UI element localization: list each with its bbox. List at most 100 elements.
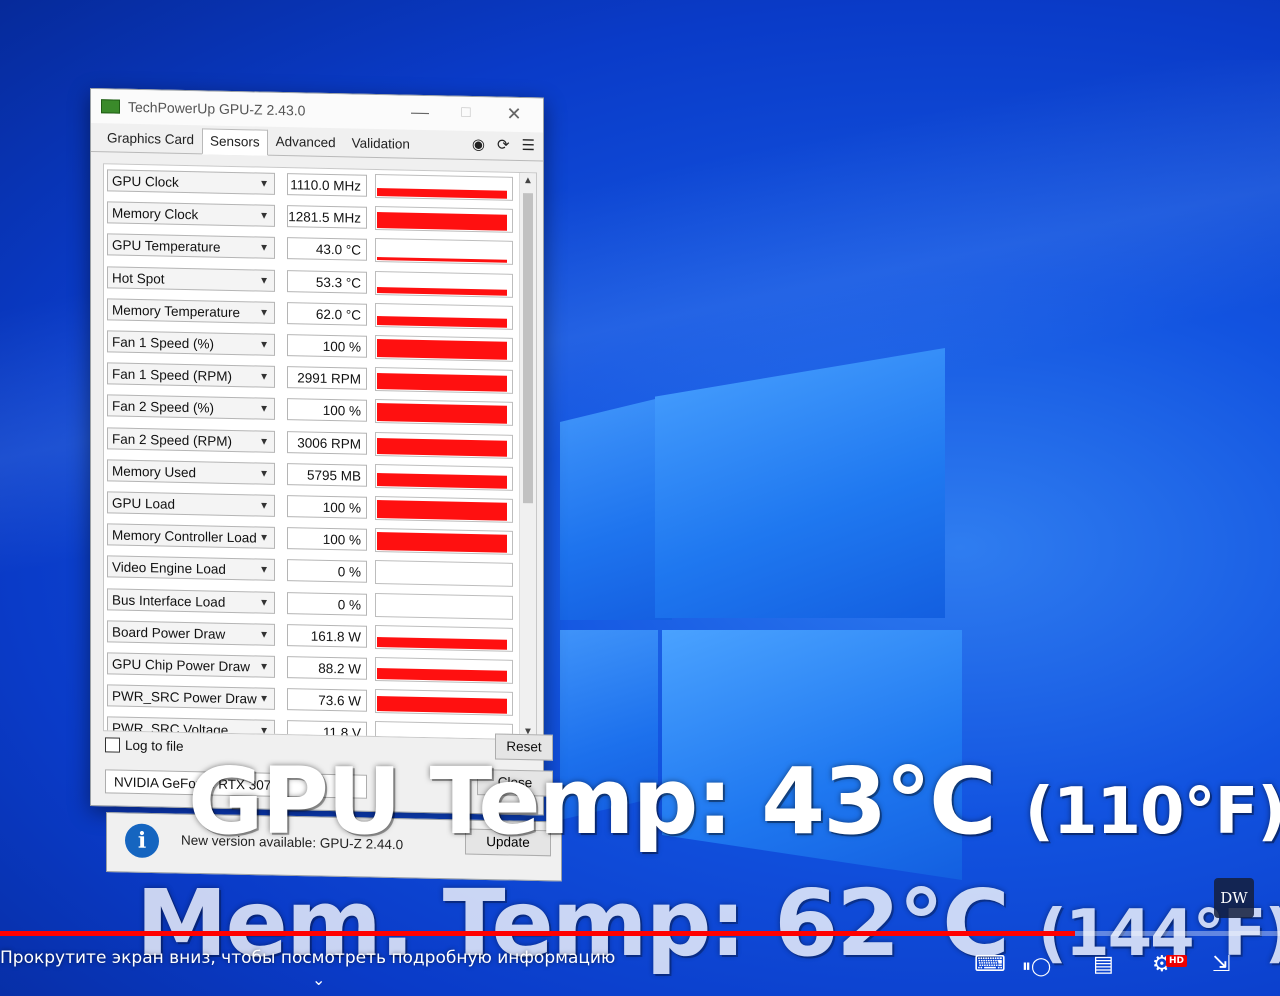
close-window-button[interactable]: ✕ (491, 97, 537, 132)
sensor-scrollbar[interactable]: ▲ ▼ (519, 172, 536, 740)
keyboard-icon[interactable]: ⌨ (974, 952, 1006, 977)
sensor-name-dropdown[interactable]: GPU Chip Power Draw ▼ (107, 652, 275, 678)
sensor-name: Fan 1 Speed (%) (112, 334, 215, 352)
sensor-name-dropdown[interactable]: Bus Interface Load ▼ (107, 587, 275, 614)
sensor-name-dropdown[interactable]: PWR_SRC Power Draw ▼ (107, 684, 275, 710)
sensor-graph-fill (377, 499, 507, 521)
chevron-down-icon[interactable]: ▼ (259, 367, 269, 388)
chevron-down-icon[interactable]: ▼ (259, 689, 269, 710)
chevron-down-icon[interactable]: ▼ (259, 624, 269, 645)
subtitles-icon[interactable]: ▤ (1093, 952, 1114, 977)
autoplay-toggle-icon[interactable]: ⏸◯ (1022, 956, 1051, 977)
chevron-down-icon[interactable]: ▼ (259, 528, 269, 549)
sensor-graph (375, 560, 513, 588)
sensor-value: 0 % (287, 591, 367, 616)
sensor-graph (375, 689, 513, 716)
sensor-name: PWR_SRC Power Draw (112, 688, 257, 707)
chevron-down-icon[interactable]: ▼ (259, 463, 269, 484)
sensor-list: GPU Clock ▼ 1110.0 MHz Memory Clock ▼ 1281.5 … (103, 163, 537, 741)
sensor-value: 161.8 W (287, 623, 367, 648)
camera-icon[interactable]: ◉ (472, 135, 485, 153)
tab-graphics-card[interactable]: Graphics Card (99, 125, 202, 153)
sensor-name-dropdown[interactable]: Video Engine Load ▼ (107, 555, 275, 582)
log-to-file-label: Log to file (125, 737, 184, 754)
sensor-name-dropdown[interactable]: Hot Spot ▼ (107, 266, 275, 292)
chevron-down-icon[interactable]: ▼ (259, 721, 269, 741)
sensor-graph (375, 174, 513, 201)
chevron-down-icon[interactable]: ▼ (259, 656, 269, 677)
minimize-button[interactable]: — (397, 95, 443, 130)
sensor-name: Fan 1 Speed (RPM) (112, 366, 233, 385)
sensor-graph (375, 528, 513, 556)
chevron-down-icon[interactable]: ▼ (259, 206, 269, 227)
chevron-down-icon[interactable]: ▼ (259, 238, 269, 259)
sensor-graph (375, 399, 513, 427)
chevron-down-icon[interactable]: ▼ (259, 270, 269, 291)
sensor-name: Hot Spot (112, 270, 165, 287)
chevron-down-icon[interactable]: ▼ (259, 431, 269, 452)
chevron-down-icon[interactable]: ⌄ (312, 970, 325, 989)
sensor-name-dropdown[interactable]: Board Power Draw ▼ (107, 620, 275, 646)
refresh-icon[interactable]: ⟳ (497, 136, 510, 154)
sensor-name-dropdown[interactable]: GPU Clock ▼ (107, 169, 275, 195)
log-to-file-checkbox[interactable] (105, 737, 120, 753)
sensor-graph-fill (377, 339, 507, 360)
sensor-name: Memory Temperature (112, 302, 241, 320)
sensor-graph-fill (377, 257, 507, 264)
sensor-name-dropdown[interactable]: Fan 1 Speed (RPM) ▼ (107, 362, 275, 389)
gpu-temp-fahrenheit: (110°F) (1024, 775, 1280, 849)
sensor-name-dropdown[interactable]: GPU Temperature ▼ (107, 233, 275, 260)
gpuz-app-icon (101, 99, 120, 114)
sensor-name-dropdown[interactable]: GPU Load ▼ (107, 491, 275, 517)
gpu-temp-main: GPU Temp: 43°C (188, 748, 997, 855)
sensor-graph (375, 431, 513, 459)
gpu-temp-caption: GPU Temp: 43°C (110°F) (188, 748, 1280, 855)
sensor-name-dropdown[interactable]: Fan 2 Speed (%) ▼ (107, 394, 275, 421)
hd-badge: HD (1166, 955, 1188, 967)
sensor-name-dropdown[interactable]: Fan 1 Speed (%) ▼ (107, 330, 275, 356)
chevron-down-icon[interactable]: ▼ (259, 174, 269, 195)
maximize-button[interactable]: ☐ (443, 96, 489, 131)
sensor-name: Memory Clock (112, 205, 199, 223)
sensor-value: 11.8 V (287, 720, 367, 741)
scrollbar-thumb[interactable] (523, 193, 533, 504)
tab-advanced[interactable]: Advanced (268, 129, 344, 157)
sensor-name: Board Power Draw (112, 624, 226, 642)
sensor-name: GPU Clock (112, 173, 179, 190)
sensor-value: 0 % (287, 559, 367, 584)
scroll-hint-text: Прокрутите экран вниз, чтобы посмотреть … (0, 948, 616, 968)
chevron-down-icon[interactable]: ▼ (259, 496, 269, 517)
chevron-down-icon[interactable]: ▼ (259, 560, 269, 581)
sensor-name-dropdown[interactable]: Fan 2 Speed (RPM) ▼ (107, 426, 275, 453)
chevron-down-icon[interactable]: ▼ (259, 592, 269, 613)
chevron-down-icon[interactable]: ▼ (259, 335, 269, 356)
sensor-name: Memory Controller Load (112, 527, 257, 546)
sensor-graph (375, 624, 513, 652)
sensor-name: GPU Chip Power Draw (112, 656, 251, 675)
log-to-file-row[interactable]: Log to file (105, 737, 184, 754)
sensor-graph-fill (377, 667, 507, 682)
sensor-graph-fill (377, 315, 507, 328)
sensor-name-dropdown[interactable]: Memory Clock ▼ (107, 201, 275, 228)
sensor-name-dropdown[interactable]: Memory Controller Load ▼ (107, 523, 275, 550)
tab-sensors[interactable]: Sensors (202, 128, 268, 156)
video-progress-bar[interactable] (0, 931, 1280, 936)
gpuz-window: TechPowerUp GPU-Z 2.43.0 — ☐ ✕ Graphics … (90, 88, 553, 816)
sensor-value: 100 % (287, 527, 367, 551)
chevron-down-icon[interactable]: ▼ (259, 399, 269, 420)
sensor-name: Fan 2 Speed (RPM) (112, 431, 233, 449)
sensor-value: 100 % (287, 334, 367, 358)
sensor-graph (375, 592, 513, 620)
sensor-graph (375, 656, 513, 684)
exit-fullscreen-icon[interactable]: ⇲ (1212, 952, 1230, 977)
chevron-down-icon[interactable]: ▼ (259, 302, 269, 323)
sensor-name-dropdown[interactable]: Memory Used ▼ (107, 459, 275, 485)
channel-watermark[interactable]: DW (1214, 878, 1254, 918)
sensor-graph (375, 495, 513, 523)
sensor-graph-fill (377, 738, 507, 741)
sensor-name-dropdown[interactable]: Memory Temperature ▼ (107, 298, 275, 324)
tab-validation[interactable]: Validation (344, 130, 418, 158)
sensor-name-dropdown[interactable]: PWR_SRC Voltage ▼ (107, 716, 275, 741)
scroll-up-icon[interactable]: ▲ (520, 175, 536, 186)
menu-icon[interactable]: ☰ (522, 136, 535, 154)
